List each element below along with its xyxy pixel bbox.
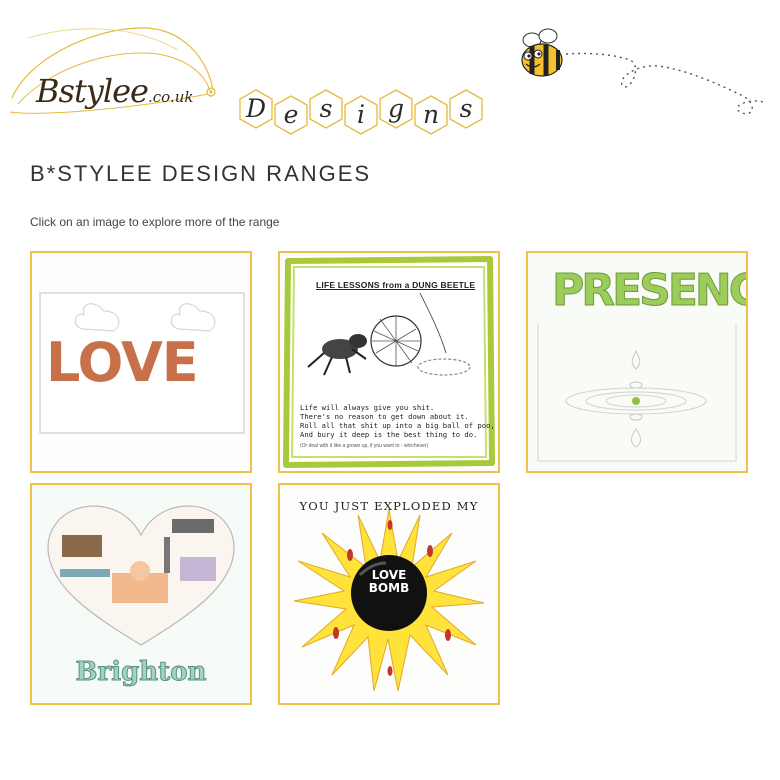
hex-letter-text: n (422, 100, 440, 129)
page-title: B*STYLEE DESIGN RANGES (30, 161, 372, 186)
tile-dung-beetle-range[interactable]: LIFE LESSONS from a DUNG BEETLE Life wil… (278, 251, 500, 473)
hex-letter: s (308, 88, 344, 130)
love-bomb-label: LOVE BOMB (352, 569, 426, 595)
tile-brighton-range[interactable]: Brighton (30, 483, 252, 705)
hex-letter-text: e (283, 100, 299, 129)
hex-letter: g (378, 88, 414, 130)
love-artwork-text: LOVE (46, 331, 199, 394)
site-header: Bstylee.co.uk D e s i g n s (0, 0, 780, 140)
hex-letter-text: D (245, 94, 267, 123)
beetle-artwork-title: LIFE LESSONS from a DUNG BEETLE (316, 280, 476, 290)
hex-letter: s (448, 88, 484, 130)
logo-domain: .co.uk (147, 88, 194, 106)
brighton-artwork-text: Brighton (75, 657, 207, 688)
love-bomb-caption: YOU JUST EXPLODED MY (299, 499, 479, 513)
poem-line: Roll all that shit up into a big ball of… (300, 421, 495, 430)
bstylee-logo[interactable]: Bstylee.co.uk (8, 20, 223, 130)
logo-wordmark: Bstylee (36, 72, 149, 110)
tile-love-bomb-range[interactable]: YOU JUST EXPLODED MY LOVE BOMB (278, 483, 500, 705)
intro-text: Click on an image to explore more of the… (30, 215, 280, 229)
hex-letter-text: s (319, 94, 333, 123)
tile-love-range[interactable]: LOVE (30, 251, 252, 473)
hex-letter-text: g (387, 94, 404, 123)
beetle-poem: Life will always give you shit. There's … (300, 403, 495, 439)
poem-line: There's no reason to get down about it. (300, 412, 469, 421)
poem-line: And bury it deep is the best thing to do… (300, 430, 478, 439)
hex-letter-text: s (459, 94, 473, 123)
beetle-footnote: (Or deal with it like a grown up, if you… (300, 443, 429, 449)
hex-letter: e (273, 94, 309, 136)
tile-presence-range[interactable]: PRESENCE (526, 251, 748, 473)
designs-heading: D e s i g n s (238, 88, 484, 136)
hex-letter-text: i (357, 100, 365, 129)
logo-text: Bstylee.co.uk (36, 72, 193, 110)
presence-artwork-text: PRESENCE (551, 265, 746, 317)
bee-icon (521, 28, 764, 115)
hex-letter: D (238, 88, 274, 130)
love-bomb-label-line: BOMB (368, 581, 410, 595)
hex-letter: n (413, 94, 449, 136)
poem-line: Life will always give you shit. (300, 403, 435, 412)
hex-letter: i (343, 94, 379, 136)
